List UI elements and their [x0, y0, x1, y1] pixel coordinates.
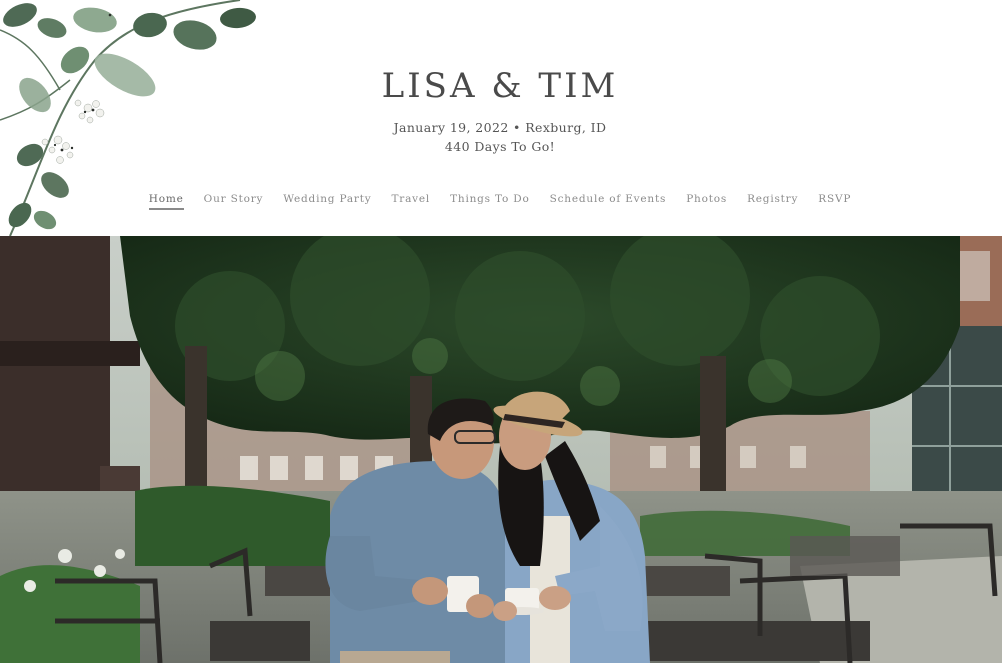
couple-photo-illustration — [0, 236, 1002, 663]
nav-photos[interactable]: Photos — [686, 193, 727, 208]
site-header: LISA & TIM January 19, 2022 • Rexburg, I… — [0, 0, 1002, 236]
nav-home[interactable]: Home — [148, 193, 184, 210]
nav-travel[interactable]: Travel — [391, 193, 430, 208]
nav-registry[interactable]: Registry — [747, 193, 798, 208]
nav-things-to-do[interactable]: Things To Do — [450, 193, 530, 208]
main-navigation: Home Our Story Wedding Party Travel Thin… — [0, 193, 1000, 210]
couple-names-title: LISA & TIM — [381, 66, 619, 106]
countdown-text: 440 Days To Go! — [444, 139, 556, 154]
hero-photo — [0, 236, 1002, 663]
nav-rsvp[interactable]: RSVP — [818, 193, 851, 208]
nav-wedding-party[interactable]: Wedding Party — [283, 193, 371, 208]
nav-our-story[interactable]: Our Story — [204, 193, 264, 208]
nav-schedule-of-events[interactable]: Schedule of Events — [550, 193, 667, 208]
event-date-location: January 19, 2022 • Rexburg, ID — [393, 120, 607, 135]
